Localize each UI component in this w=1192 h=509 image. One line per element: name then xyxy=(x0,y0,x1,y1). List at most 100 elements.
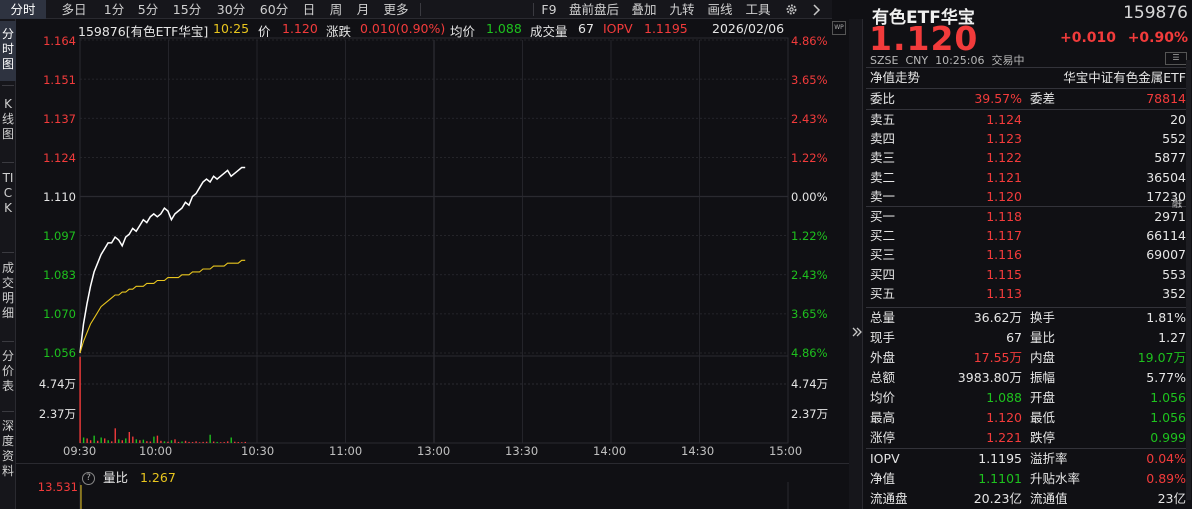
volume-bar xyxy=(107,440,109,443)
tab-5min[interactable]: 5分 xyxy=(133,0,163,19)
volume-bar xyxy=(121,440,123,443)
tab-week[interactable]: 周 xyxy=(325,0,347,19)
bid-volume: 2971 xyxy=(1154,209,1186,224)
ask-level-row: 卖一 1.120 17230 xyxy=(870,187,1186,207)
stat-label: 涨停 xyxy=(870,430,896,445)
tab-30min[interactable]: 30分 xyxy=(212,0,250,19)
tab-tick[interactable]: TICK xyxy=(0,171,16,241)
nine-turn-button[interactable]: 九转 xyxy=(665,0,699,19)
gear-icon[interactable] xyxy=(780,0,802,19)
tab-day[interactable]: 日 xyxy=(298,0,320,19)
volume-bar xyxy=(114,428,116,443)
stat-label: 振幅 xyxy=(1030,370,1056,385)
bid-volume: 352 xyxy=(1162,285,1186,301)
net-value-label[interactable]: 净值走势 xyxy=(870,68,920,88)
tab-more[interactable]: 更多 xyxy=(379,0,413,19)
price-tick: 1.164 xyxy=(43,34,76,48)
premarket-button[interactable]: 盘前盘后 xyxy=(564,0,624,19)
pct-tick: 0.00% xyxy=(791,190,828,204)
volume-bar xyxy=(209,434,211,443)
etf-stat-value: 1.1101 xyxy=(978,471,1022,486)
bid-level-label: 买二 xyxy=(870,228,896,244)
tools-button[interactable]: 工具 xyxy=(742,0,774,19)
weicha-label: 委差 xyxy=(1030,91,1056,106)
avg-price-line xyxy=(79,259,246,354)
tab-kline-chart[interactable]: K线图 xyxy=(0,97,16,157)
price-tick: 1.151 xyxy=(43,73,76,87)
etf-stat-label: 升贴水率 xyxy=(1030,471,1081,486)
tab-divider xyxy=(2,162,14,163)
intraday-chart[interactable] xyxy=(16,19,848,509)
volume-tick: 4.74万 xyxy=(791,377,829,391)
stat-row: 外盘 17.55万 内盘 19.07万 xyxy=(870,348,1186,368)
stat-label: 最高 xyxy=(870,410,896,425)
bid-volume: 69007 xyxy=(1146,247,1186,263)
bid-price: 1.117 xyxy=(986,228,1022,244)
ask-level-label: 卖三 xyxy=(870,150,896,166)
bid-volume: 553 xyxy=(1162,266,1186,282)
etf-stat-row: 净值 1.1101 升贴水率 0.89% xyxy=(870,469,1186,489)
stat-value: 0.999 xyxy=(1150,430,1186,445)
ask-level-row: 卖三 1.122 5877 xyxy=(870,148,1186,168)
bid-price: 1.115 xyxy=(986,266,1022,282)
tab-divider xyxy=(2,252,14,253)
tab-price-table[interactable]: 分价表 xyxy=(0,349,16,409)
tab-trade-detail[interactable]: 成交明细 xyxy=(0,261,16,331)
time-tick: 13:30 xyxy=(505,444,539,458)
tab-1min[interactable]: 1分 xyxy=(99,0,129,19)
bid-level-row: 买五 1.113 352 xyxy=(870,284,1186,304)
toolbar-divider xyxy=(533,3,534,16)
overlay-button[interactable]: 叠加 xyxy=(628,0,660,19)
ask-level-row: 卖二 1.121 36504 xyxy=(870,168,1186,188)
volume-bar xyxy=(86,438,88,443)
volume-bar xyxy=(142,439,145,443)
draw-line-button[interactable]: 画线 xyxy=(703,0,737,19)
etf-stat-value: 0.04% xyxy=(1146,451,1186,466)
tab-divider xyxy=(2,341,14,342)
stat-row: 均价 1.088 开盘 1.056 xyxy=(870,388,1186,408)
tab-60min[interactable]: 60分 xyxy=(255,0,293,19)
stat-value: 1.088 xyxy=(986,390,1022,405)
tab-divider xyxy=(2,411,14,412)
etf-stat-row: IOPV 1.1195 溢折率 0.04% xyxy=(870,449,1186,469)
volume-bar xyxy=(89,440,92,443)
volume-bar xyxy=(149,441,152,443)
bid-level-row: 买二 1.117 66114 xyxy=(870,226,1186,246)
toolbar-divider xyxy=(420,3,421,16)
etf-stat-label: 流通盘 xyxy=(870,491,908,506)
volume-bar xyxy=(128,431,131,443)
volume-bar xyxy=(202,441,204,443)
pct-tick: 4.86% xyxy=(791,34,828,48)
etf-stat-label: 溢折率 xyxy=(1030,451,1068,466)
volume-bar xyxy=(139,440,141,443)
volume-bar xyxy=(188,441,190,443)
volume-bar xyxy=(104,438,106,443)
order-ratio-row: 委比 39.57% 委差 78814 xyxy=(870,89,1186,109)
tab-month[interactable]: 月 xyxy=(352,0,374,19)
tab-intraday[interactable]: 分时 xyxy=(0,0,46,19)
scrollbar[interactable] xyxy=(1186,60,1191,500)
double-chevron-icon[interactable] xyxy=(850,325,864,339)
chevron-right-icon[interactable] xyxy=(806,0,826,19)
tab-multi-day[interactable]: 多日 xyxy=(56,0,92,19)
question-icon[interactable]: ? xyxy=(82,472,95,485)
f9-button[interactable]: F9 xyxy=(538,0,560,19)
panel-collapse-strip[interactable] xyxy=(849,19,863,509)
price-tick: 1.097 xyxy=(43,229,76,243)
bid-volume: 66114 xyxy=(1146,228,1186,244)
stat-label: 量比 xyxy=(1030,330,1056,345)
net-value-row[interactable]: 净值走势 华宝中证有色金属ETF xyxy=(870,68,1186,88)
bid-price: 1.118 xyxy=(986,209,1022,224)
tracking-index-name[interactable]: 华宝中证有色金属ETF xyxy=(1063,68,1186,88)
volume-bar xyxy=(227,441,229,443)
volume-tick: 4.74万 xyxy=(38,377,76,391)
tab-intraday-chart[interactable]: 分时图 xyxy=(0,21,16,81)
price-tick: 1.056 xyxy=(43,346,76,360)
tab-depth-info[interactable]: 深度资料 xyxy=(0,419,16,499)
volume-bar xyxy=(111,441,113,443)
tab-15min[interactable]: 15分 xyxy=(168,0,206,19)
stat-row: 现手 67 量比 1.27 xyxy=(870,328,1186,348)
bid-level-label: 买三 xyxy=(870,247,896,263)
menu-icon[interactable]: ☰ xyxy=(1165,52,1187,65)
stat-row: 总量 36.62万 换手 1.81% xyxy=(870,308,1186,328)
